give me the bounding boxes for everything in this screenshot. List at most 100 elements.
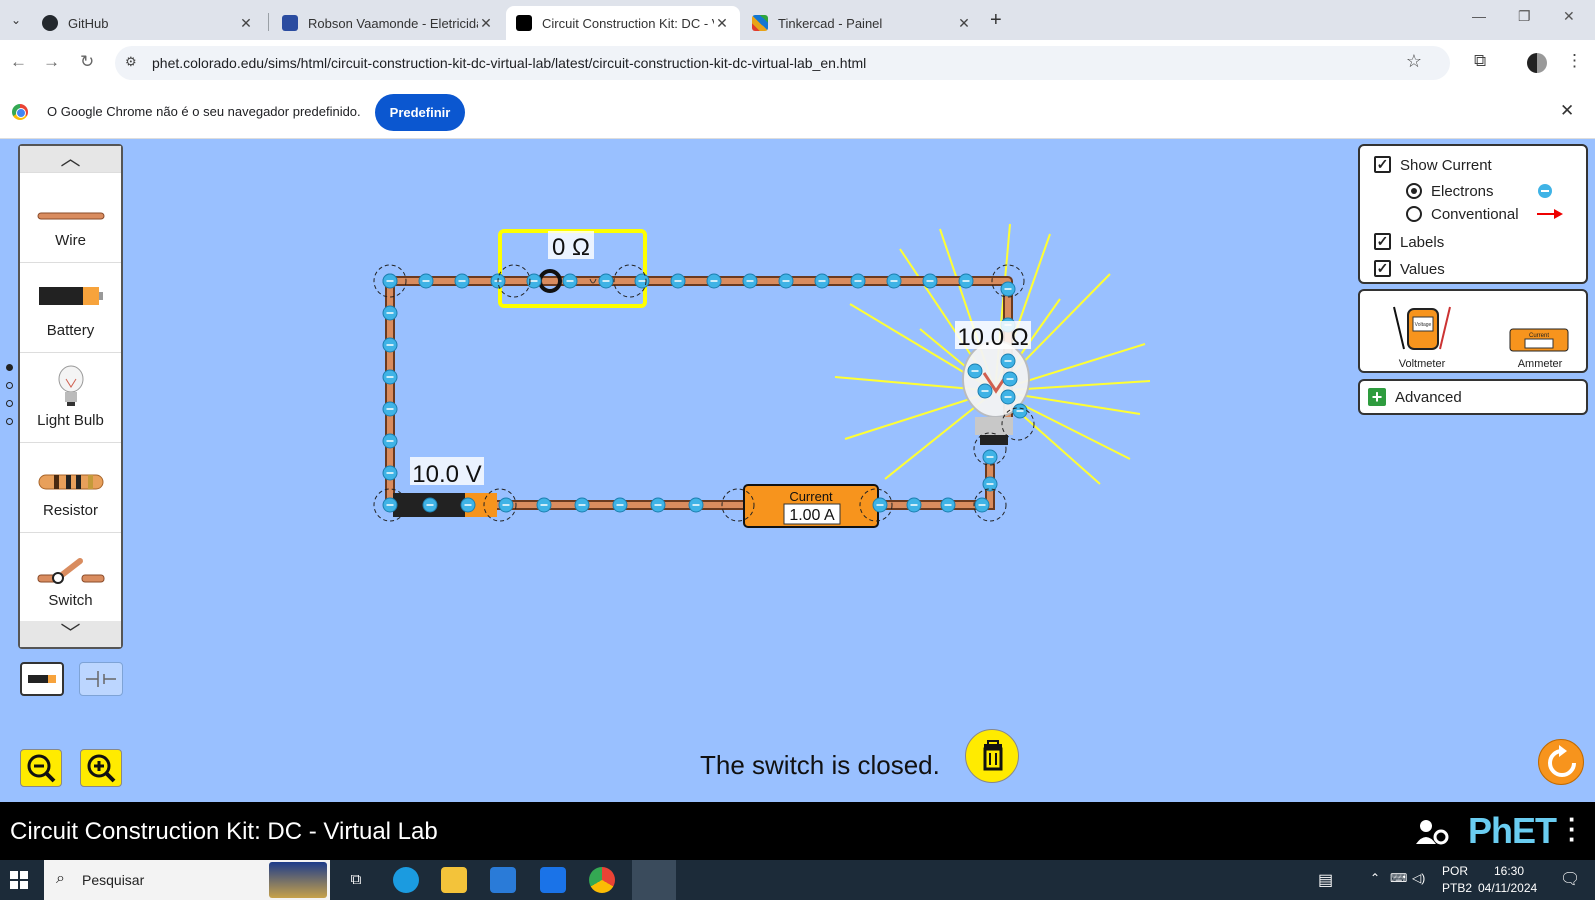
- search-icon: ⌕: [56, 870, 65, 887]
- tab-close-icon[interactable]: ✕: [714, 15, 730, 32]
- keyboard-layout-label[interactable]: PTB2: [1442, 881, 1472, 895]
- battery[interactable]: [393, 493, 497, 517]
- labels-label: Labels: [1400, 234, 1445, 251]
- advanced-label: Advanced: [1395, 389, 1462, 406]
- trash-button[interactable]: [965, 729, 1019, 783]
- circuit-canvas[interactable]: 0 Ω 10.0 V 10.0 Ω Current 1.00 A: [0, 139, 1595, 802]
- set-default-button[interactable]: Predefinir: [375, 94, 465, 131]
- store-icon[interactable]: [490, 867, 516, 893]
- restore-icon[interactable]: ❐: [1518, 8, 1531, 25]
- reload-icon[interactable]: ↻: [80, 52, 94, 72]
- tab-close-icon[interactable]: ✕: [956, 15, 972, 32]
- mail-icon[interactable]: [540, 867, 566, 893]
- reset-icon: [1548, 745, 1576, 777]
- sim-title: Circuit Construction Kit: DC - Virtual L…: [10, 818, 438, 845]
- tab-search-chevron-icon[interactable]: ⌄: [6, 10, 26, 30]
- show-current-checkbox[interactable]: ✓: [1374, 156, 1391, 173]
- tinkercad-icon: [752, 15, 768, 31]
- trash-icon: [983, 740, 1003, 771]
- active-app-icon[interactable]: [632, 860, 676, 900]
- zoom-out-icon: [27, 754, 56, 783]
- task-view-icon[interactable]: ⧉: [343, 867, 369, 893]
- tab-close-icon[interactable]: ✕: [478, 15, 494, 32]
- simulation-area: ︿ Wire Battery Light Bulb Resistor Switc…: [0, 139, 1595, 802]
- ammeter-label: Ammeter: [1517, 358, 1563, 370]
- sensor-toolbox: Voltage Voltmeter Current Ammeter: [1358, 289, 1588, 373]
- bulb-resistance-label: 10.0 Ω: [957, 324, 1028, 351]
- tab-github[interactable]: GitHub ✕: [32, 6, 264, 40]
- infobar-close-icon[interactable]: ✕: [1560, 101, 1574, 121]
- tab-title: Tinkercad - Painel: [778, 15, 883, 31]
- zoom-in-button[interactable]: [80, 749, 122, 787]
- chrome-icon[interactable]: [589, 867, 615, 893]
- tab-title: Robson Vaamonde - Eletricidad: [308, 15, 478, 31]
- advanced-panel[interactable]: + Advanced: [1358, 379, 1588, 415]
- conventional-radio[interactable]: [1406, 206, 1422, 222]
- voltmeter-icon: Voltage: [1393, 306, 1451, 350]
- chrome-menu-icon[interactable]: ⋮: [1566, 51, 1583, 71]
- forward-icon[interactable]: →: [43, 52, 60, 72]
- extensions-icon[interactable]: ⧉: [1474, 51, 1486, 71]
- profile-avatar[interactable]: [1527, 53, 1547, 73]
- current-options-panel: ✓ Show Current Electrons Conventional ✓ …: [1358, 144, 1588, 284]
- phet-logo[interactable]: PhET: [1468, 810, 1557, 852]
- values-checkbox[interactable]: ✓: [1374, 260, 1391, 277]
- language-label[interactable]: POR: [1442, 864, 1468, 878]
- tab-circuit-kit[interactable]: Circuit Construction Kit: DC - Vi ✕: [506, 6, 740, 40]
- keyboard-settings-icon[interactable]: [1415, 818, 1449, 846]
- circuit-labels: 0 Ω 10.0 V 10.0 Ω Current 1.00 A: [410, 231, 1031, 524]
- values-label: Values: [1400, 261, 1445, 278]
- default-browser-infobar: O Google Chrome não é o seu navegador pr…: [0, 86, 1595, 139]
- volume-icon[interactable]: ◁): [1412, 871, 1425, 885]
- phet-menu-icon[interactable]: · · ·: [1568, 806, 1577, 852]
- ammeter-tool[interactable]: Current Ammeter: [1500, 299, 1580, 370]
- clock-time[interactable]: 16:30: [1494, 864, 1524, 878]
- edge-icon[interactable]: [393, 867, 419, 893]
- notifications-icon[interactable]: 🗨: [1560, 869, 1580, 889]
- news-widget-icon[interactable]: ▤: [1318, 870, 1333, 890]
- zoom-in-icon: [87, 754, 116, 783]
- new-tab-icon[interactable]: +: [990, 9, 1002, 32]
- zoom-out-button[interactable]: [20, 749, 62, 787]
- url-text: phet.colorado.edu/sims/html/circuit-cons…: [152, 55, 867, 71]
- tab-title: GitHub: [68, 15, 109, 31]
- tab-robson[interactable]: Robson Vaamonde - Eletricidad ✕: [272, 6, 504, 40]
- phet-navbar: Circuit Construction Kit: DC - Virtual L…: [0, 802, 1595, 860]
- light-bulb[interactable]: [962, 340, 1030, 445]
- windows-taskbar: ⌕ Pesquisar ⧉ ▤ ⌃ ⌨ ◁) POR PTB2 16:30 04…: [0, 860, 1595, 900]
- tab-strip: ⌄ GitHub ✕ Robson Vaamonde - Eletricidad…: [0, 0, 1595, 40]
- clock-date[interactable]: 04/11/2024: [1478, 881, 1537, 895]
- ammeter-reading: 1.00 A: [789, 507, 835, 524]
- back-icon[interactable]: ←: [10, 52, 27, 72]
- minimize-icon[interactable]: —: [1472, 8, 1486, 24]
- voltmeter-label: Voltmeter: [1398, 358, 1446, 370]
- address-bar[interactable]: ⚙ phet.colorado.edu/sims/html/circuit-co…: [115, 46, 1450, 80]
- network-icon[interactable]: ⌨: [1390, 871, 1407, 885]
- voltmeter-tool[interactable]: Voltage Voltmeter: [1382, 299, 1462, 370]
- ammeter-face-label: Current: [1529, 333, 1549, 339]
- reset-all-button[interactable]: [1538, 739, 1584, 785]
- bookmark-star-icon[interactable]: ☆: [1406, 51, 1422, 72]
- tab-tinkercad[interactable]: Tinkercad - Painel ✕: [742, 6, 982, 40]
- electrons-label: Electrons: [1431, 183, 1494, 200]
- switch-status-text: The switch is closed.: [700, 750, 940, 780]
- ammeter-icon: Current: [1509, 328, 1569, 352]
- site-info-icon[interactable]: ⚙: [125, 54, 137, 70]
- ammeter-title: Current: [789, 489, 833, 504]
- file-explorer-icon[interactable]: [441, 867, 467, 893]
- tab-close-icon[interactable]: ✕: [238, 15, 254, 32]
- phet-icon: [516, 15, 532, 31]
- taskbar-search[interactable]: ⌕ Pesquisar: [44, 860, 330, 900]
- tab-title: Circuit Construction Kit: DC - Vi: [542, 15, 714, 31]
- window-close-icon[interactable]: ✕: [1563, 8, 1575, 25]
- tray-chevron-icon[interactable]: ⌃: [1370, 871, 1380, 885]
- electrons-radio[interactable]: [1406, 183, 1422, 199]
- electron-icon: [1538, 184, 1552, 198]
- voltmeter-face-label: Voltage: [1415, 322, 1432, 328]
- infobar-message: O Google Chrome não é o seu navegador pr…: [47, 104, 361, 119]
- browser-toolbar: ← → ↻ ⚙ phet.colorado.edu/sims/html/circ…: [0, 40, 1595, 86]
- battery-voltage-label: 10.0 V: [412, 461, 481, 488]
- expand-plus-icon[interactable]: +: [1368, 388, 1386, 406]
- windows-start-icon[interactable]: [10, 871, 28, 889]
- labels-checkbox[interactable]: ✓: [1374, 233, 1391, 250]
